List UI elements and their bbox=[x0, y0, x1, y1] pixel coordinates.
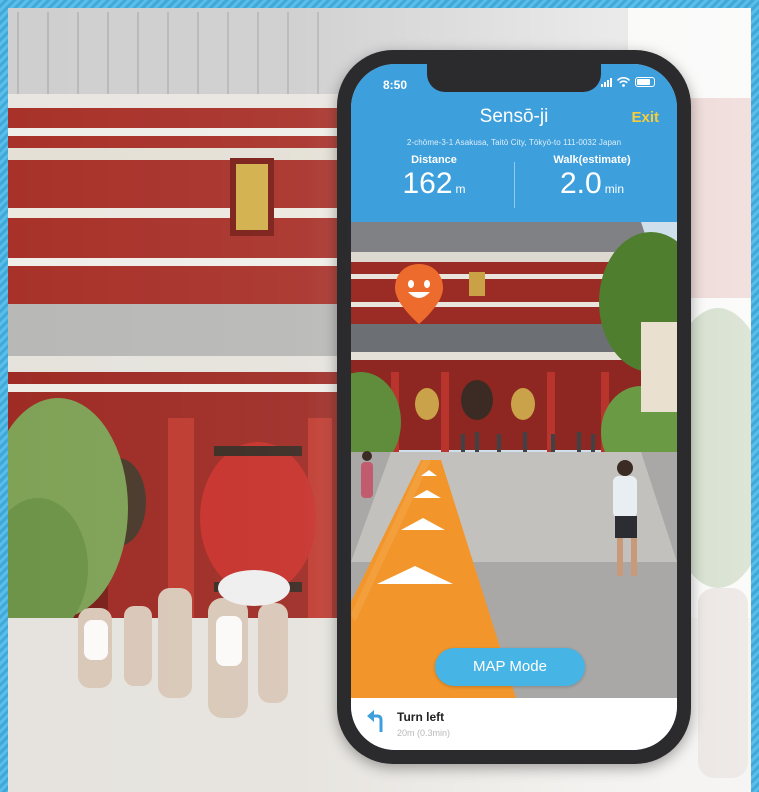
distance-unit: m bbox=[455, 182, 466, 196]
walk-time-label: Walk(estimate) bbox=[553, 154, 631, 166]
metric-divider bbox=[514, 162, 515, 208]
smiley-pin-icon[interactable] bbox=[393, 262, 445, 326]
phone-screen: 8:50 Sensō-ji Exit 2-chōme-3-1 Asakusa, … bbox=[351, 64, 677, 750]
turn-left-arrow-icon bbox=[367, 710, 383, 732]
walk-time-metric: Walk(estimate) 2.0 min bbox=[517, 154, 667, 202]
phone-notch bbox=[427, 64, 601, 92]
turn-instruction-panel: Turn left 20m (0.3min) bbox=[351, 698, 677, 750]
exit-button[interactable]: Exit bbox=[631, 109, 659, 126]
destination-name: Sensō-ji bbox=[479, 106, 549, 127]
walk-time-unit: min bbox=[604, 182, 625, 196]
turn-distance-detail: 20m (0.3min) bbox=[397, 728, 451, 738]
wifi-icon bbox=[617, 77, 630, 87]
battery-icon bbox=[635, 77, 655, 87]
status-icons bbox=[601, 77, 655, 87]
phone-frame: 8:50 Sensō-ji Exit 2-chōme-3-1 Asakusa, … bbox=[337, 50, 691, 764]
status-time: 8:50 bbox=[383, 78, 408, 92]
walk-time-value: 2.0 bbox=[559, 167, 602, 200]
turn-instruction: Turn left bbox=[397, 710, 445, 724]
distance-value: 162 bbox=[402, 167, 453, 200]
cellular-signal-icon bbox=[601, 77, 612, 87]
destination-address: 2-chōme-3-1 Asakusa, Taitō City, Tōkyō-t… bbox=[406, 138, 622, 147]
distance-label: Distance bbox=[411, 154, 457, 166]
distance-metric: Distance 162 m bbox=[359, 154, 509, 202]
map-mode-button[interactable]: MAP Mode bbox=[435, 648, 585, 686]
